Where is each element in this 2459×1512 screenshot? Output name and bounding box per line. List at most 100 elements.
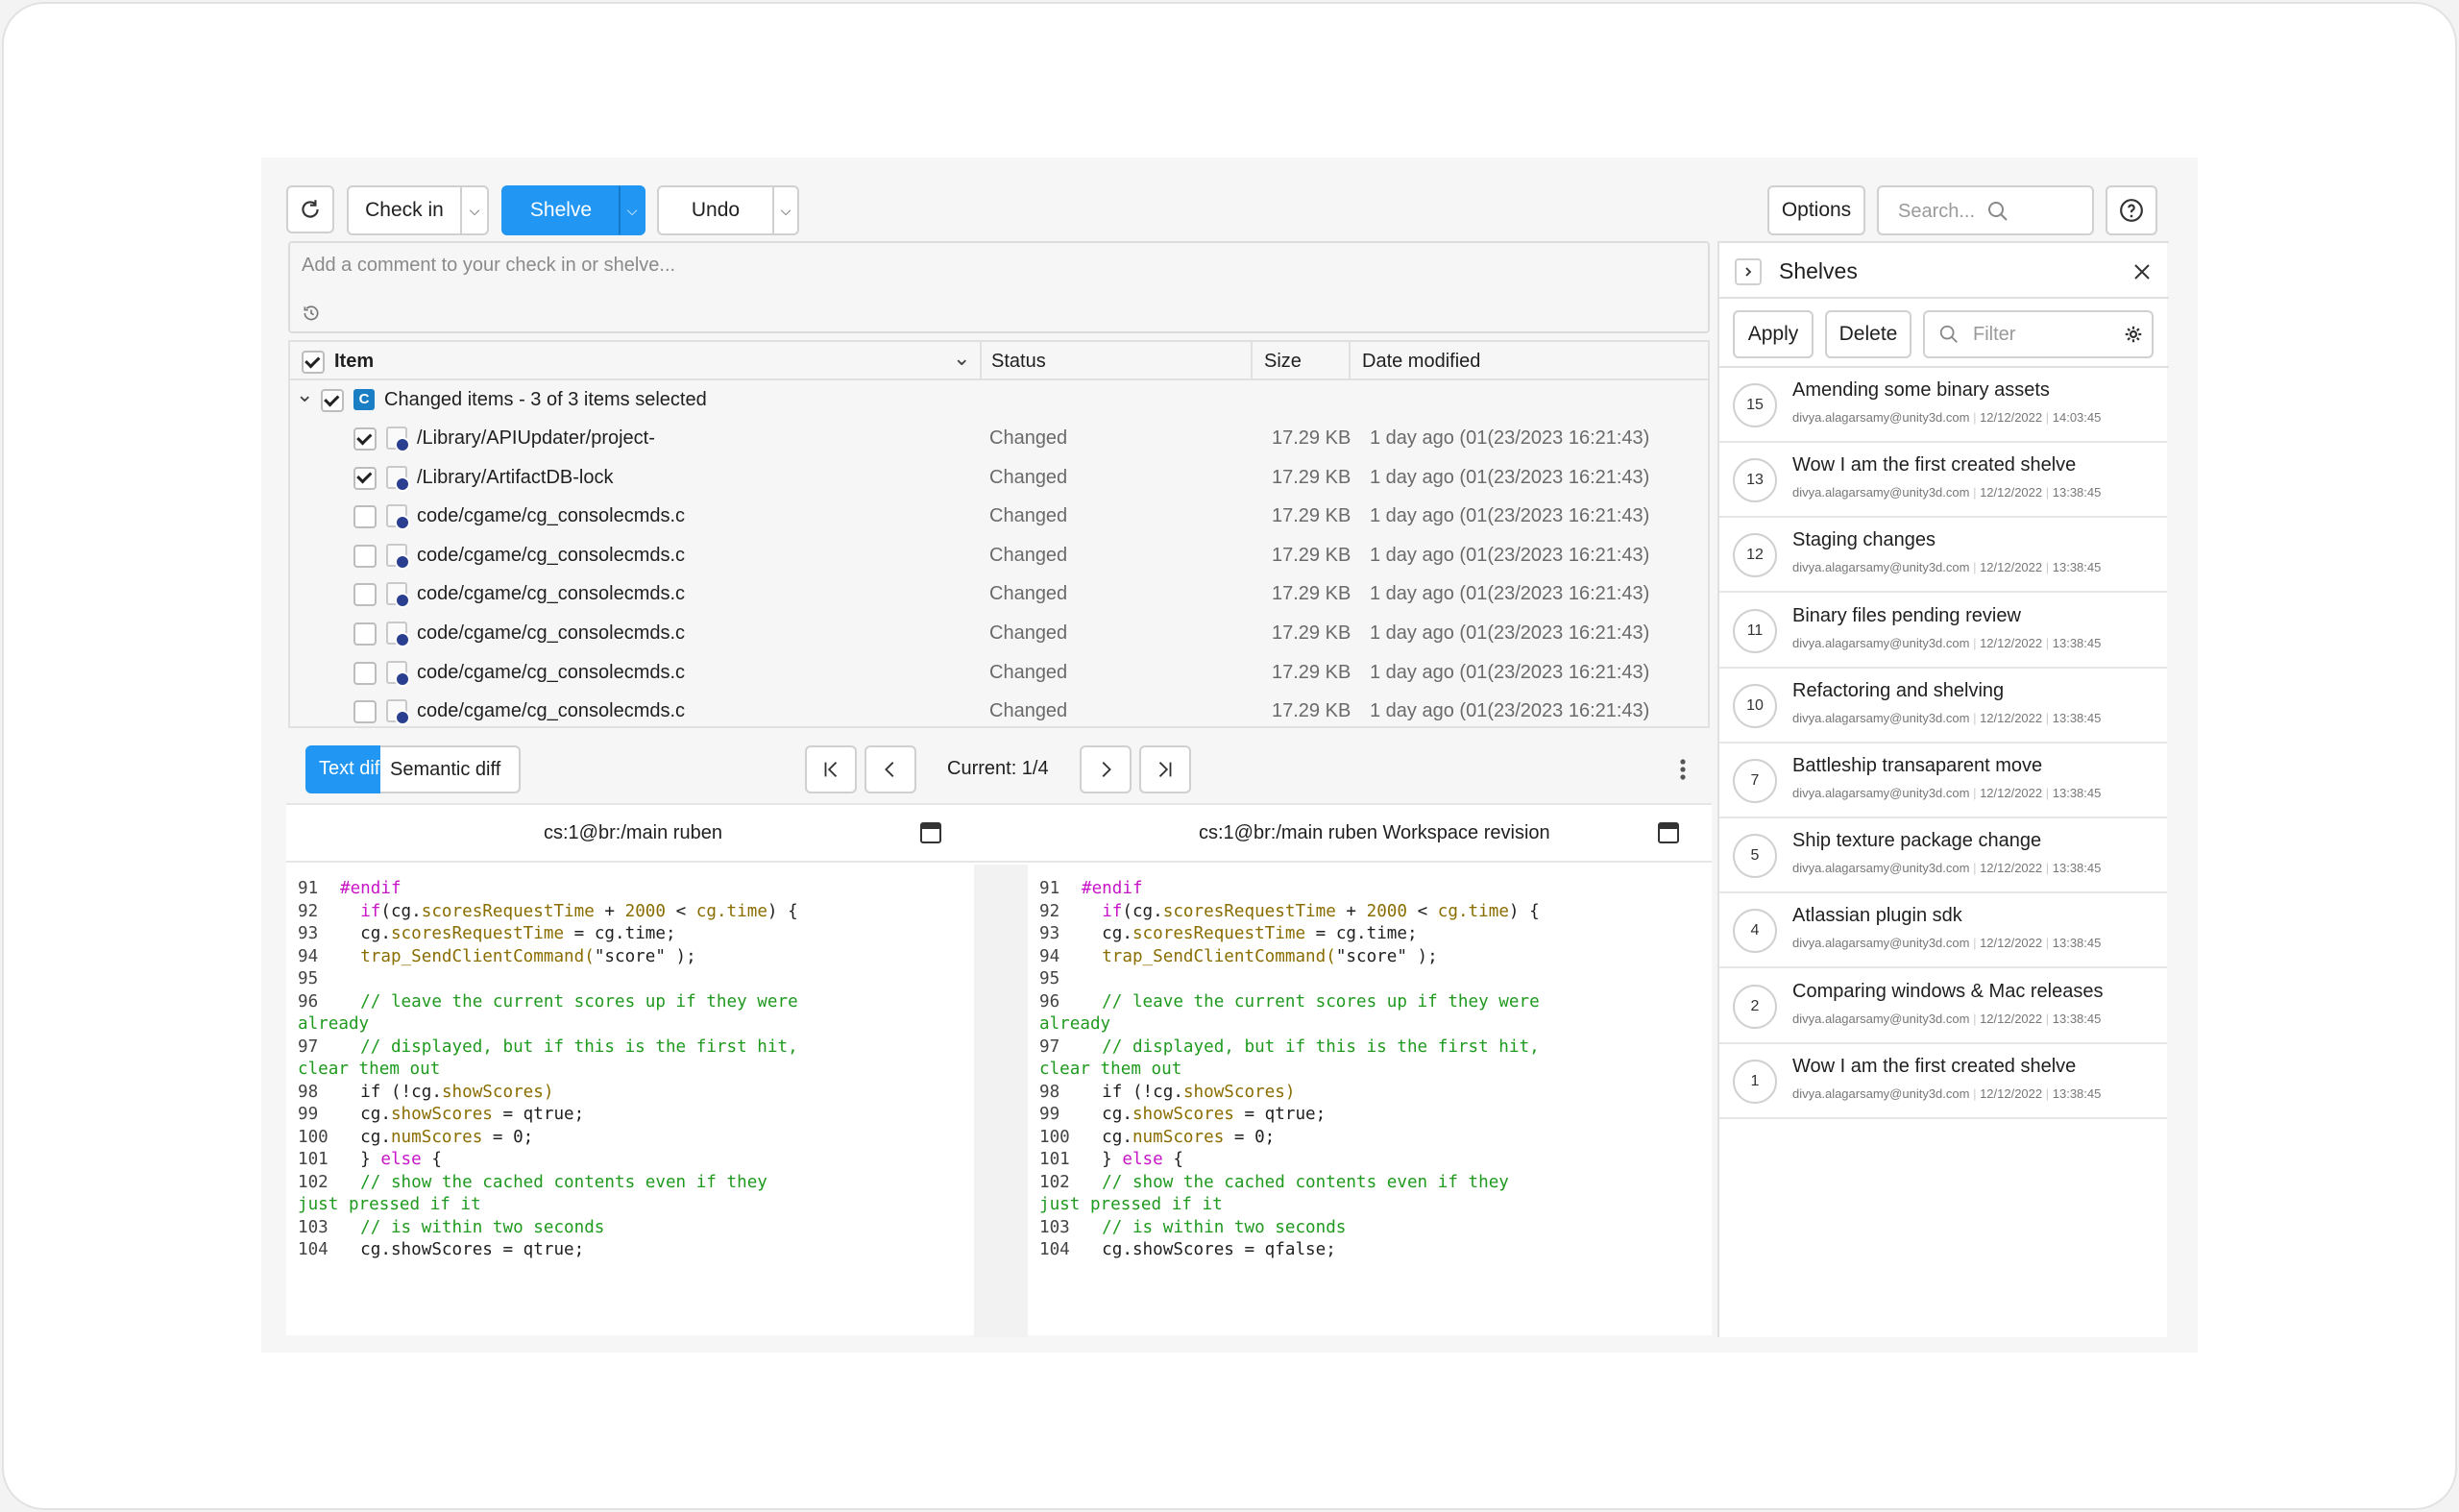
meta-divider: | bbox=[1969, 710, 1981, 725]
search-input[interactable]: Search... bbox=[1877, 185, 2094, 235]
tab-text-diff-label: Text dif bbox=[319, 758, 380, 779]
column-divider bbox=[1251, 342, 1253, 380]
panel-layout-icon[interactable] bbox=[1658, 822, 1679, 843]
history-icon[interactable] bbox=[302, 304, 321, 323]
tab-semantic-diff-label: Semantic diff bbox=[390, 759, 501, 780]
code-line: 96 // leave the current scores up if the… bbox=[298, 991, 798, 1014]
row-checkbox[interactable] bbox=[353, 583, 377, 607]
row-status: Changed bbox=[989, 583, 1068, 605]
shelf-item[interactable]: 13 Wow I am the first created shelve divya… bbox=[1719, 443, 2167, 519]
shelf-item[interactable]: 10 Refactoring and shelving divya.alagarsa… bbox=[1719, 669, 2167, 744]
table-row[interactable]: code/cgame/cg_consolecmds.c Changed 17.29 … bbox=[290, 692, 1708, 726]
row-checkbox[interactable] bbox=[353, 661, 377, 685]
shelf-date: 12/12/2022 bbox=[1980, 861, 2043, 876]
table-row[interactable]: /Library/ArtifactDB-lock Changed 17.29 KB 1… bbox=[290, 458, 1708, 497]
row-checkbox[interactable] bbox=[353, 622, 377, 646]
code-token: if bbox=[360, 901, 381, 921]
undo-button[interactable]: Undo bbox=[657, 185, 774, 235]
more-options-icon[interactable] bbox=[1673, 755, 1692, 784]
code-token: trap_SendClientCommand( bbox=[360, 946, 595, 966]
line-number: 98 bbox=[298, 1082, 319, 1102]
filter-placeholder: Filter bbox=[1973, 324, 2016, 345]
header-item[interactable]: Item bbox=[334, 351, 374, 373]
row-size: 17.29 KB bbox=[1272, 466, 1351, 488]
row-date: 1 day ago (01(23/2023 16:21:43) bbox=[1370, 466, 1650, 488]
shelf-item[interactable]: 11 Binary files pending review divya.alaga… bbox=[1719, 594, 2167, 669]
row-item-name: code/cgame/cg_consolecmds.c bbox=[417, 544, 686, 566]
shelf-email: divya.alagarsamy@unity3d.com bbox=[1792, 410, 1970, 425]
close-icon[interactable] bbox=[2132, 262, 2152, 281]
next-change-button[interactable] bbox=[1080, 745, 1132, 793]
code-token: ) { bbox=[1508, 901, 1540, 921]
header-date[interactable]: Date modified bbox=[1362, 351, 1480, 373]
group-row[interactable]: ⌄ C Changed items - 3 of 3 items selecte… bbox=[290, 380, 1708, 419]
group-checkbox[interactable] bbox=[321, 389, 344, 412]
code-token: "score" ); bbox=[594, 946, 696, 966]
file-changed-icon bbox=[386, 543, 410, 570]
filter-input[interactable]: Filter bbox=[1923, 310, 2154, 358]
row-date: 1 day ago (01(23/2023 16:21:43) bbox=[1370, 505, 1650, 527]
row-checkbox[interactable] bbox=[353, 466, 377, 490]
table-row[interactable]: /Library/APIUpdater/project- Changed 17.29… bbox=[290, 419, 1708, 457]
code-token: if (!cg. bbox=[340, 1082, 442, 1102]
table-row[interactable]: code/cgame/cg_consolecmds.c Changed 17.29 … bbox=[290, 614, 1708, 652]
row-checkbox[interactable] bbox=[353, 505, 377, 529]
table-row[interactable]: code/cgame/cg_consolecmds.c Changed 17.29 … bbox=[290, 574, 1708, 613]
chevron-down-icon[interactable]: ⌄ bbox=[953, 346, 970, 371]
shelf-item[interactable]: 5 Ship texture package change divya.alagar… bbox=[1719, 818, 2167, 894]
options-button[interactable]: Options bbox=[1767, 185, 1865, 235]
help-button[interactable] bbox=[2106, 185, 2157, 235]
row-checkbox[interactable] bbox=[353, 427, 377, 451]
header-status[interactable]: Status bbox=[991, 351, 1046, 373]
apply-button[interactable]: Apply bbox=[1733, 310, 1814, 358]
code-token: // show the cached contents even if they bbox=[1082, 1172, 1509, 1192]
row-checkbox[interactable] bbox=[353, 700, 377, 724]
collapse-panel-button[interactable] bbox=[1735, 258, 1762, 285]
shelf-meta: divya.alagarsamy@unity3d.com | 12/12/202… bbox=[1792, 861, 2101, 875]
chevron-down-icon[interactable]: ⌄ bbox=[296, 382, 313, 407]
shelf-meta: divya.alagarsamy@unity3d.com | 12/12/202… bbox=[1792, 711, 2101, 725]
meta-divider: | bbox=[1969, 410, 1981, 425]
first-change-button[interactable] bbox=[805, 745, 857, 793]
row-item-name: code/cgame/cg_consolecmds.c bbox=[417, 700, 686, 722]
shelf-item[interactable]: 4 Atlassian plugin sdk divya.alagarsamy@un… bbox=[1719, 893, 2167, 969]
check-in-dropdown-button[interactable]: ⌵ bbox=[460, 185, 489, 235]
undo-dropdown-button[interactable]: ⌵ bbox=[772, 185, 799, 235]
meta-divider: | bbox=[2042, 786, 2053, 800]
shelf-item[interactable]: 12 Staging changes divya.alagarsamy@unity3… bbox=[1719, 518, 2167, 594]
code-token: scoresRequestTime bbox=[390, 924, 565, 943]
panel-layout-icon[interactable] bbox=[920, 822, 941, 843]
previous-change-button[interactable] bbox=[864, 745, 916, 793]
tab-text-diff[interactable]: Text dif bbox=[305, 745, 380, 793]
table-row[interactable]: code/cgame/cg_consolecmds.c Changed 17.29 … bbox=[290, 497, 1708, 535]
shelve-dropdown-button[interactable]: ⌵ bbox=[619, 185, 645, 235]
line-number: 103 bbox=[298, 1217, 329, 1237]
code-line: 104 cg.showScores = qfalse; bbox=[1039, 1239, 1540, 1262]
delete-button[interactable]: Delete bbox=[1825, 310, 1911, 358]
line-number: 104 bbox=[1039, 1240, 1070, 1259]
code-token: (cg. bbox=[1122, 901, 1163, 921]
comment-box[interactable]: Add a comment to your check in or shelve… bbox=[288, 241, 1710, 333]
row-checkbox[interactable] bbox=[353, 544, 377, 568]
shelf-item[interactable]: 15 Amending some binary assets divya.alaga… bbox=[1719, 368, 2167, 443]
header-size[interactable]: Size bbox=[1264, 351, 1302, 373]
table-row[interactable]: code/cgame/cg_consolecmds.c Changed 17.29 … bbox=[290, 536, 1708, 574]
shelf-item[interactable]: 2 Comparing windows & Mac releases divya.a… bbox=[1719, 969, 2167, 1044]
shelf-email: divya.alagarsamy@unity3d.com bbox=[1792, 710, 1970, 725]
skip-last-icon bbox=[1158, 762, 1172, 777]
shelf-item[interactable]: 7 Battleship transaparent move divya.alaga… bbox=[1719, 744, 2167, 818]
shelf-time: 13:38:45 bbox=[2052, 936, 2102, 951]
gear-icon[interactable] bbox=[2125, 326, 2142, 343]
search-icon bbox=[1939, 325, 1958, 343]
refresh-button[interactable] bbox=[286, 185, 334, 233]
shelf-item[interactable]: 1 Wow I am the first created shelve divya.… bbox=[1719, 1044, 2167, 1119]
shelve-button[interactable]: Shelve bbox=[501, 185, 621, 235]
select-all-checkbox[interactable] bbox=[302, 351, 325, 374]
table-row[interactable]: code/cgame/cg_consolecmds.c Changed 17.29 … bbox=[290, 653, 1708, 692]
check-in-button[interactable]: Check in bbox=[347, 185, 462, 235]
shelf-number: 4 bbox=[1733, 909, 1777, 954]
shelf-time: 13:38:45 bbox=[2052, 560, 2102, 575]
tab-semantic-diff[interactable]: Semantic diff bbox=[380, 745, 521, 793]
last-change-button[interactable] bbox=[1139, 745, 1191, 793]
shelf-date: 12/12/2022 bbox=[1980, 1085, 2043, 1101]
